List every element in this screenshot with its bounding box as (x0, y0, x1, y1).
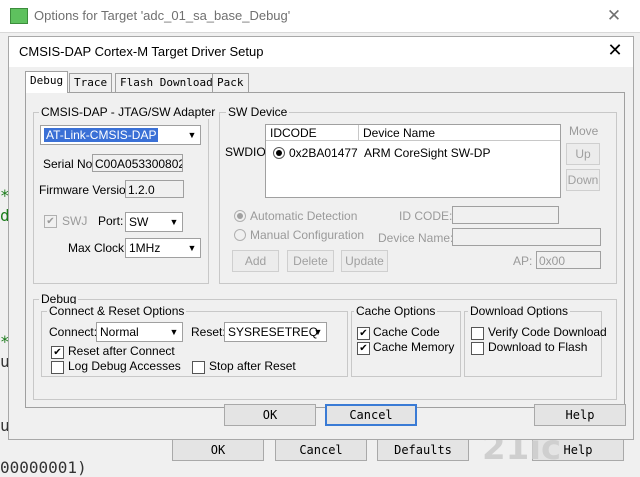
tab-trace[interactable]: Trace (69, 73, 113, 92)
id-code-field[interactable] (452, 206, 559, 224)
device-idcode: 0x2BA01477 (289, 146, 358, 160)
reset-value: SYSRESETREQ (228, 325, 319, 339)
reset-after-connect-label: Reset after Connect (68, 344, 175, 358)
outer-defaults-button[interactable]: Defaults (377, 439, 469, 461)
move-up-button[interactable]: Up (566, 143, 600, 165)
add-button[interactable]: Add (232, 250, 279, 272)
chevron-down-icon: ▼ (187, 243, 197, 253)
manual-config-label: Manual Configuration (250, 228, 365, 242)
port-value: SW (129, 215, 149, 229)
log-debug-label: Log Debug Accesses (68, 359, 181, 373)
reset-after-connect-checkbox[interactable]: ✔ (51, 346, 64, 359)
firmware-field: 1.2.0 (125, 180, 184, 198)
swj-label: SWJ (62, 214, 88, 228)
device-name-field[interactable] (452, 228, 601, 246)
ap-field[interactable]: 0x00 (536, 251, 601, 269)
move-label: Move (569, 124, 599, 138)
ap-label: AP: (513, 254, 533, 268)
cache-code-label: Cache Code (373, 325, 440, 339)
column-header-idcode[interactable]: IDCODE (266, 125, 359, 141)
manual-config-radio[interactable] (234, 229, 246, 241)
device-name: ARM CoreSight SW-DP (364, 146, 491, 160)
app-icon (10, 8, 28, 24)
chevron-down-icon: ▼ (169, 327, 179, 337)
delete-button[interactable]: Delete (287, 250, 334, 272)
connect-value: Normal (100, 325, 139, 339)
update-button[interactable]: Update (341, 250, 388, 272)
tab-flash-download[interactable]: Flash Download (115, 73, 218, 92)
cache-options-label: Cache Options (354, 304, 438, 318)
max-clock-label: Max Clock: (68, 241, 128, 255)
swj-checkbox: ✔ (44, 215, 57, 228)
connect-label: Connect: (49, 325, 98, 339)
outer-dialog-title: Options for Target 'adc_01_sa_base_Debug… (34, 8, 291, 23)
device-name-label: Device Name: (378, 231, 454, 245)
outer-title-bar: Options for Target 'adc_01_sa_base_Debug… (0, 0, 640, 33)
download-flash-label: Download to Flash (488, 340, 588, 354)
outer-close-icon[interactable]: ✕ (603, 6, 625, 26)
verify-download-checkbox[interactable] (471, 327, 484, 340)
close-icon[interactable]: ✕ (604, 40, 626, 61)
serial-field: C00A0533008026 (92, 154, 183, 172)
swdio-label: SWDIO (225, 145, 266, 159)
auto-detect-label: Automatic Detection (250, 209, 358, 223)
device-table[interactable]: IDCODE Device Name 0x2BA01477 ARM CoreSi… (265, 124, 561, 198)
id-code-label: ID CODE: (399, 209, 453, 223)
connect-reset-label: Connect & Reset Options (47, 304, 187, 318)
cache-memory-label: Cache Memory (373, 340, 455, 354)
adapter-selected-value: AT-Link-CMSIS-DAP (44, 128, 159, 142)
auto-detect-radio[interactable] (234, 210, 246, 222)
serial-label: Serial No: (43, 157, 96, 171)
cancel-button[interactable]: Cancel (325, 404, 417, 426)
cache-memory-checkbox[interactable]: ✔ (357, 342, 370, 355)
adapter-group-label: CMSIS-DAP - JTAG/SW Adapter (39, 105, 218, 119)
stop-after-reset-label: Stop after Reset (209, 359, 296, 373)
chevron-down-icon: ▼ (187, 130, 197, 140)
sw-device-group-label: SW Device (226, 105, 290, 119)
connect-select[interactable]: Normal ▼ (96, 322, 183, 342)
help-button[interactable]: Help (534, 404, 626, 426)
tab-debug[interactable]: Debug (25, 71, 69, 93)
chevron-down-icon: ▼ (313, 327, 323, 337)
reset-label: Reset: (191, 325, 226, 339)
device-row-radio[interactable] (273, 147, 285, 159)
background-code-line: 00000001) (0, 458, 87, 477)
chevron-down-icon: ▼ (169, 217, 179, 227)
adapter-select[interactable]: AT-Link-CMSIS-DAP ▼ (40, 125, 201, 145)
verify-download-label: Verify Code Download (488, 325, 607, 339)
max-clock-select[interactable]: 1MHz ▼ (125, 238, 201, 258)
port-select[interactable]: SW ▼ (125, 212, 183, 232)
port-label: Port: (98, 214, 124, 228)
outer-ok-button[interactable]: OK (172, 439, 264, 461)
ok-button[interactable]: OK (224, 404, 316, 426)
firmware-label: Firmware Version: (39, 183, 136, 197)
column-header-device-name[interactable]: Device Name (359, 125, 560, 141)
download-flash-checkbox[interactable] (471, 342, 484, 355)
download-options-label: Download Options (468, 304, 571, 318)
move-down-button[interactable]: Down (566, 169, 600, 191)
tab-pack[interactable]: Pack (212, 73, 249, 92)
stop-after-reset-checkbox[interactable] (192, 361, 205, 374)
log-debug-checkbox[interactable] (51, 361, 64, 374)
reset-select[interactable]: SYSRESETREQ ▼ (224, 322, 327, 342)
outer-cancel-button[interactable]: Cancel (275, 439, 367, 461)
driver-setup-dialog: CMSIS-DAP Cortex-M Target Driver Setup ✕… (8, 36, 634, 440)
cache-code-checkbox[interactable]: ✔ (357, 327, 370, 340)
dialog-title-bar: CMSIS-DAP Cortex-M Target Driver Setup ✕ (9, 37, 633, 67)
max-clock-value: 1MHz (129, 241, 161, 255)
dialog-title: CMSIS-DAP Cortex-M Target Driver Setup (19, 44, 264, 59)
